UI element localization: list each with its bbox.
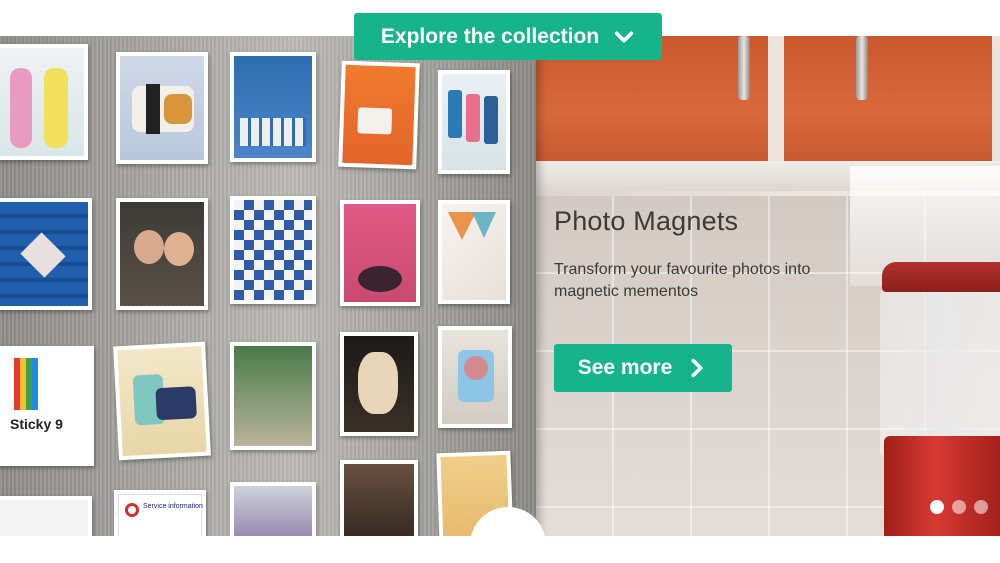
photo-magnet xyxy=(438,200,510,304)
photo-magnet xyxy=(230,342,316,450)
see-more-label: See more xyxy=(577,356,673,379)
photo-magnet-service-info: Service information xyxy=(114,490,206,536)
explore-collection-button[interactable]: Explore the collection xyxy=(354,13,662,60)
photo-magnet xyxy=(0,496,92,536)
photo-magnet-sticky9: Sticky 9 xyxy=(0,346,94,466)
carousel-dot-1[interactable] xyxy=(930,500,944,514)
slide-copy: Photo Magnets Transform your favourite p… xyxy=(554,206,854,303)
fridge-door: Sticky 9 Service information xyxy=(0,36,536,536)
photo-magnet xyxy=(438,326,512,428)
photo-magnet xyxy=(438,70,510,174)
see-more-button[interactable]: See more xyxy=(554,344,732,392)
chevron-right-icon xyxy=(691,358,703,378)
chevron-down-icon xyxy=(614,31,634,42)
slide-description: Transform your favourite photos into mag… xyxy=(554,261,811,300)
photo-magnet xyxy=(230,52,316,162)
cabinet-handle xyxy=(738,36,750,100)
carousel-dot-2[interactable] xyxy=(952,500,966,514)
photo-magnet xyxy=(113,341,211,461)
photo-magnet xyxy=(340,200,420,306)
photo-magnet xyxy=(340,332,418,436)
photo-magnet xyxy=(340,460,418,536)
blender-base xyxy=(884,436,1000,536)
photo-magnet xyxy=(230,482,316,536)
photo-magnet xyxy=(0,198,92,310)
hero-banner: Sticky 9 Service information Photo Magne… xyxy=(0,36,1000,536)
photo-magnet xyxy=(0,44,88,160)
carousel-dot-3[interactable] xyxy=(974,500,988,514)
service-info-text: Service information xyxy=(143,503,203,510)
photo-magnet xyxy=(338,60,420,170)
blender-lid xyxy=(882,262,1000,292)
photo-magnet xyxy=(116,52,208,164)
sticky9-logo-text: Sticky 9 xyxy=(10,416,63,432)
slide-title: Photo Magnets xyxy=(554,206,739,236)
kitchen-cabinet xyxy=(784,36,1000,161)
photo-magnet xyxy=(230,196,316,304)
blender-jug xyxy=(880,286,1000,456)
explore-collection-label: Explore the collection xyxy=(380,24,600,48)
cabinet-handle xyxy=(856,36,868,100)
carousel-pagination xyxy=(930,500,988,514)
photo-magnet xyxy=(116,198,208,310)
